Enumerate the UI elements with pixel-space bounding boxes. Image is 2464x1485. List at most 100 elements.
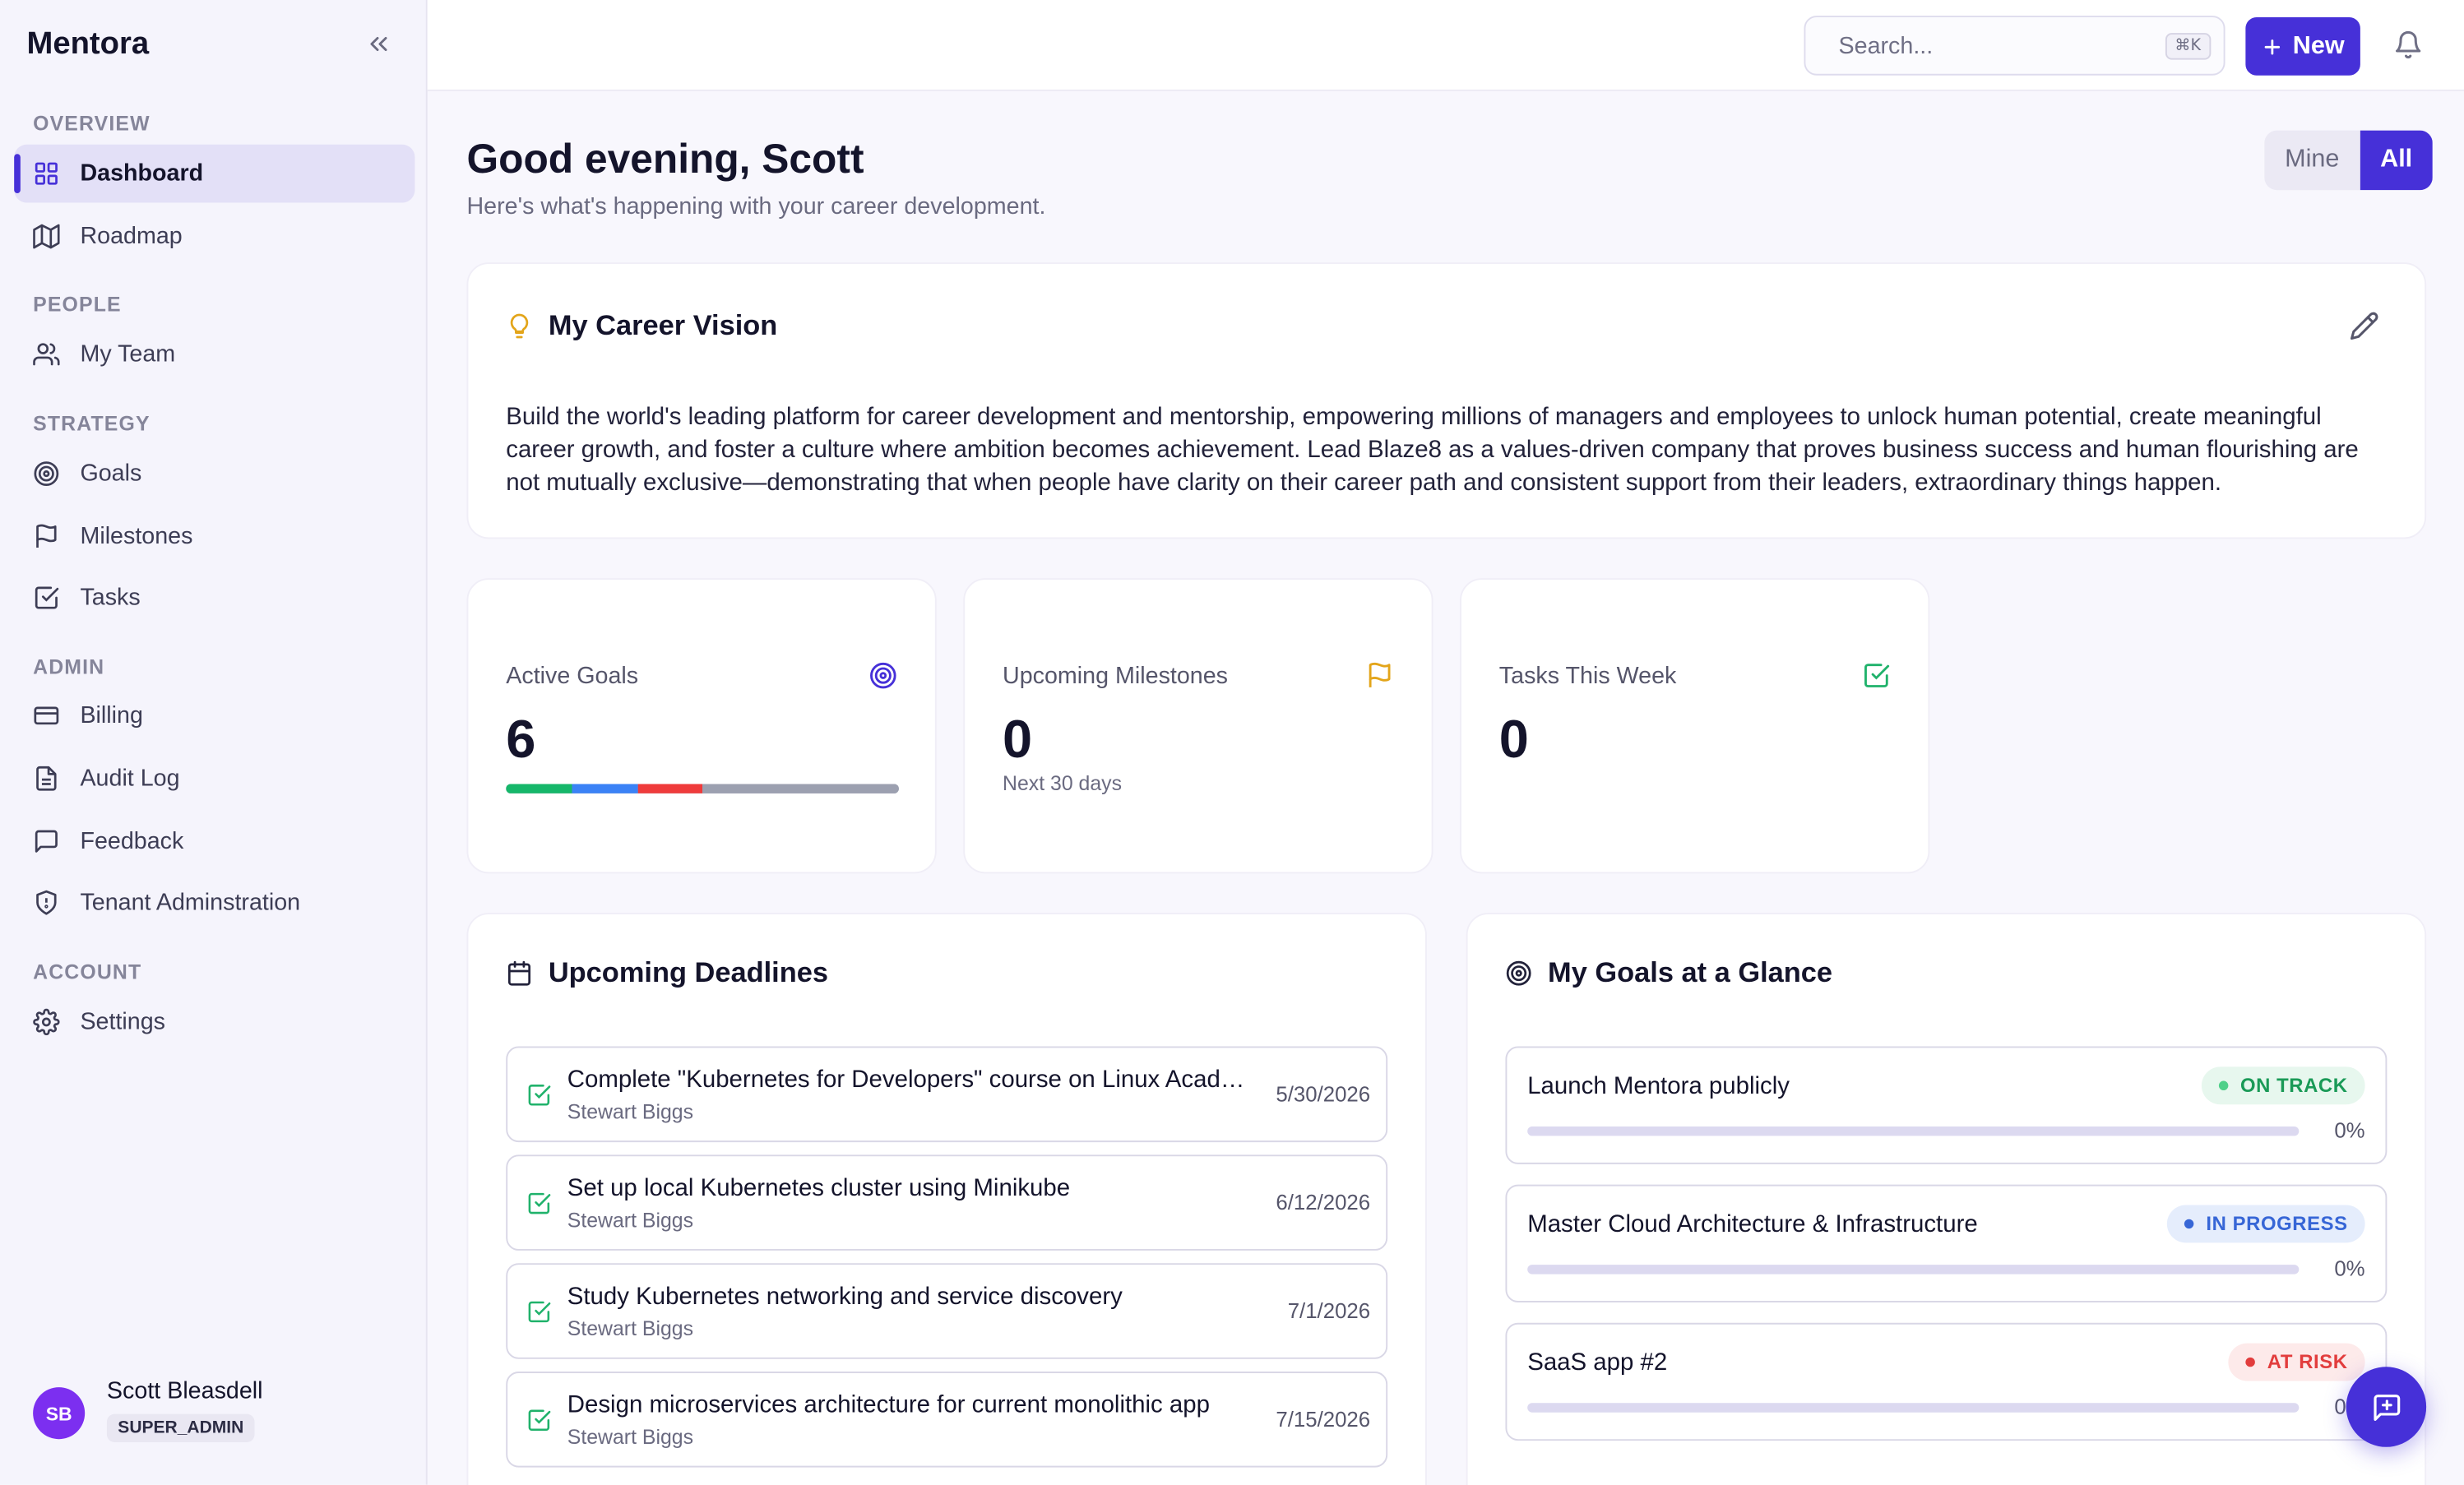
- sidebar-item-dashboard[interactable]: Dashboard: [14, 144, 415, 203]
- collapse-sidebar-icon[interactable]: [364, 30, 392, 58]
- deadline-date: 6/12/2026: [1276, 1191, 1371, 1214]
- flag-icon: [36, 524, 57, 548]
- status-label: AT RISK: [2267, 1351, 2348, 1373]
- deadline-item[interactable]: Study Kubernetes networking and service …: [506, 1263, 1388, 1359]
- status-label: IN PROGRESS: [2206, 1213, 2348, 1235]
- deadline-owner: Stewart Biggs: [567, 1099, 694, 1124]
- stat-card-upcoming-milestones[interactable]: Upcoming Milestones 0 Next 30 days: [963, 578, 1433, 874]
- stat-value: 0: [1498, 710, 1529, 770]
- search-input[interactable]: [1838, 32, 2151, 59]
- new-button-label: New: [2292, 32, 2345, 59]
- flag-icon: [1369, 662, 1391, 687]
- stat-card-active-goals[interactable]: Active Goals 6: [466, 578, 937, 874]
- section-label-strategy: STRATEGY: [33, 411, 151, 436]
- toggle-mine[interactable]: Mine: [2264, 131, 2360, 191]
- stat-label: Upcoming Milestones: [1003, 663, 1229, 690]
- sidebar-item-settings[interactable]: Settings: [14, 993, 415, 1052]
- search-box[interactable]: ⌘K: [1804, 16, 2225, 76]
- goals-header: My Goals at a Glance: [1505, 957, 1832, 990]
- sidebar-item-label: Roadmap: [80, 223, 183, 250]
- user-profile[interactable]: SB Scott Bleasdell SUPER_ADMIN: [33, 1377, 263, 1443]
- sidebar-item-feedback[interactable]: Feedback: [14, 812, 415, 871]
- sidebar-item-tasks[interactable]: Tasks: [14, 569, 415, 627]
- goal-progress-bar: [1527, 1403, 2300, 1413]
- lightbulb-icon: [510, 313, 529, 339]
- chat-plus-icon: [2373, 1394, 2400, 1420]
- deadline-owner: Stewart Biggs: [567, 1208, 694, 1232]
- topbar: ⌘K New: [427, 0, 2464, 91]
- stat-label: Active Goals: [506, 663, 639, 690]
- check-square-icon: [526, 1191, 552, 1216]
- deadline-title: Set up local Kubernetes cluster using Mi…: [567, 1175, 1071, 1202]
- goal-status-bar: [506, 784, 899, 793]
- goal-item[interactable]: SaaS app #2AT RISK0%: [1505, 1322, 2388, 1441]
- goal-item[interactable]: Master Cloud Architecture & Infrastructu…: [1505, 1184, 2388, 1302]
- sidebar-item-billing[interactable]: Billing: [14, 687, 415, 745]
- goals-at-a-glance-card: My Goals at a Glance Launch Mentora publ…: [1466, 913, 2427, 1485]
- sidebar-item-goals[interactable]: Goals: [14, 445, 415, 503]
- bell-icon[interactable]: [2393, 30, 2423, 59]
- stat-value: 6: [506, 710, 536, 770]
- status-badge: AT RISK: [2228, 1343, 2365, 1381]
- users-icon: [33, 343, 60, 366]
- goal-title: SaaS app #2: [1527, 1349, 1668, 1376]
- sidebar-item-milestones[interactable]: Milestones: [14, 507, 415, 566]
- sidebar-item-my-team[interactable]: My Team: [14, 326, 415, 384]
- deadline-title: Complete "Kubernetes for Developers" cou…: [567, 1066, 1253, 1094]
- check-square-icon: [526, 1299, 552, 1325]
- new-button[interactable]: New: [2245, 17, 2360, 76]
- target-icon: [1506, 960, 1531, 986]
- status-label: ON TRACK: [2239, 1074, 2348, 1097]
- goal-bar-segment-other: [702, 784, 899, 793]
- toggle-all[interactable]: All: [2360, 130, 2434, 191]
- check-square-icon: [526, 1408, 552, 1433]
- section-label-people: PEOPLE: [33, 292, 122, 317]
- plus-icon: [2264, 39, 2281, 54]
- status-dot: [2218, 1080, 2228, 1091]
- goals-title: My Goals at a Glance: [1548, 956, 1833, 988]
- search-shortcut: ⌘K: [2165, 32, 2211, 59]
- goal-bar-segment-on-track: [506, 784, 572, 793]
- grid-icon: [35, 162, 58, 185]
- sidebar-item-label: Tasks: [80, 584, 141, 612]
- page-title: Good evening, Scott: [466, 135, 864, 183]
- stat-value: 0: [1003, 710, 1033, 770]
- deadline-title: Study Kubernetes networking and service …: [567, 1284, 1123, 1311]
- sidebar-item-roadmap[interactable]: Roadmap: [14, 207, 415, 266]
- app-logo[interactable]: Mentora: [26, 26, 149, 62]
- deadline-item[interactable]: Design microservices architecture for cu…: [506, 1372, 1388, 1468]
- goal-bar-segment-at-risk: [637, 784, 703, 793]
- sidebar-item-label: Audit Log: [80, 765, 180, 792]
- deadline-owner: Stewart Biggs: [567, 1316, 694, 1340]
- sidebar-item-label: Goals: [80, 460, 142, 488]
- deadline-date: 7/1/2026: [1287, 1299, 1371, 1323]
- feedback-fab[interactable]: [2346, 1367, 2427, 1447]
- sidebar-item-label: Tenant Adminstration: [80, 889, 301, 916]
- deadline-item[interactable]: Set up local Kubernetes cluster using Mi…: [506, 1154, 1388, 1251]
- career-vision-header: My Career Vision: [506, 309, 777, 342]
- deadline-owner: Stewart Biggs: [567, 1425, 694, 1449]
- user-name: Scott Bleasdell: [106, 1377, 263, 1405]
- sidebar-item-label: Billing: [80, 702, 143, 729]
- sidebar: Mentora OVERVIEW Dashboard Roadmap PEOPL…: [0, 0, 428, 1485]
- sidebar-item-label: Dashboard: [80, 160, 204, 187]
- goal-item[interactable]: Launch Mentora publicly ON TRACK 0%: [1505, 1046, 2388, 1164]
- section-label-account: ACCOUNT: [33, 960, 142, 984]
- sidebar-item-label: Feedback: [80, 827, 184, 855]
- edit-icon[interactable]: [2349, 311, 2378, 340]
- sidebar-item-tenant-administration[interactable]: Tenant Adminstration: [14, 873, 415, 932]
- goal-progress-bar: [1527, 1265, 2300, 1275]
- goal-progress-bar: [1527, 1126, 2300, 1136]
- target-icon: [34, 461, 59, 486]
- deadline-item[interactable]: Complete "Kubernetes for Developers" cou…: [506, 1046, 1388, 1143]
- goal-title: Master Cloud Architecture & Infrastructu…: [1527, 1211, 1978, 1238]
- section-label-overview: OVERVIEW: [33, 111, 151, 136]
- target-icon: [870, 662, 896, 689]
- check-square-icon: [35, 586, 59, 609]
- scope-toggle[interactable]: Mine All: [2264, 130, 2434, 191]
- role-badge: SUPER_ADMIN: [106, 1413, 255, 1443]
- sidebar-item-audit-log[interactable]: Audit Log: [14, 749, 415, 807]
- status-badge: ON TRACK: [2201, 1066, 2365, 1105]
- file-text-icon: [36, 766, 57, 791]
- stat-card-tasks-this-week[interactable]: Tasks This Week 0: [1460, 578, 1930, 874]
